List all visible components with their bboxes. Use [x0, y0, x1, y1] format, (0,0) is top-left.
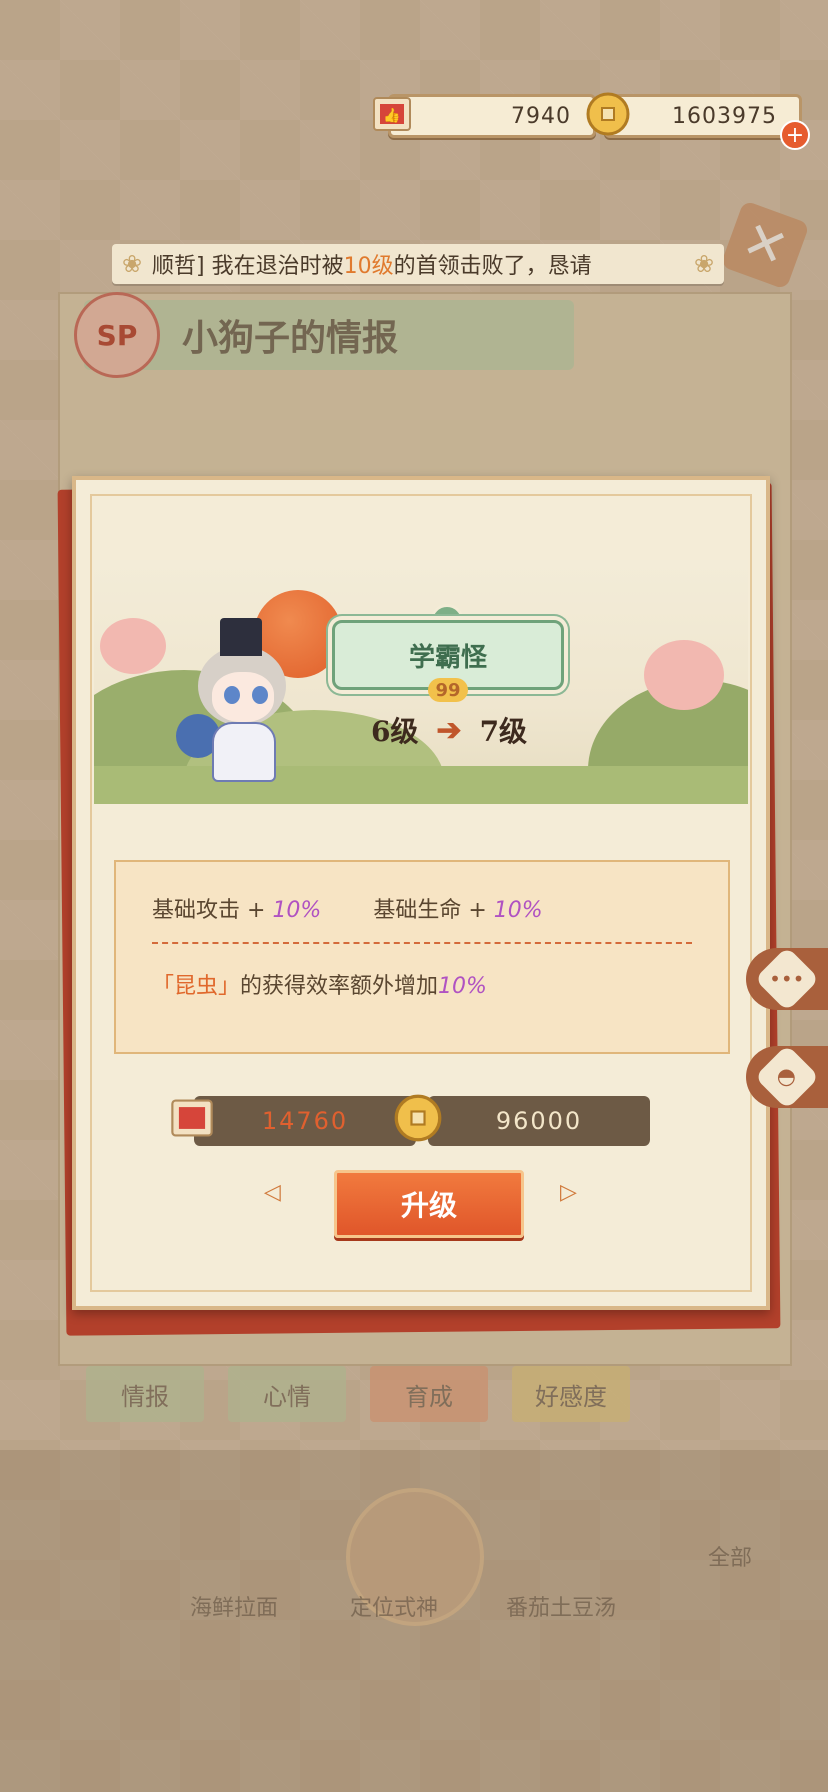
scene-illustration: 学霸怪 99 6级 ➔ 7级 [94, 560, 748, 804]
coins-currency: 1603975 + [586, 92, 810, 150]
decor-flag-icon: ▷ [560, 1180, 577, 1205]
stat-health: 基础生命 + 10% [373, 898, 543, 923]
level-change: 6级 ➔ 7级 [324, 708, 574, 752]
upgrade-modal: 学霸怪 99 6级 ➔ 7级 基础攻击 + 10% 基础生命 + 10% 「昆虫… [72, 476, 770, 1310]
cost-coins: 96000 [428, 1096, 650, 1146]
flower-icon: ❀ [121, 250, 143, 278]
cherry-tree [644, 640, 724, 710]
svg-text:👍: 👍 [383, 107, 400, 124]
level-to: 7级 [479, 715, 528, 748]
upgrade-button[interactable]: 升级 [334, 1170, 524, 1238]
ticker-suffix: 的首领击败了，恳请 [393, 254, 592, 279]
likes-value: 7940 [388, 94, 596, 138]
ticker-highlight: 10级 [343, 254, 394, 279]
coin-icon [390, 1090, 446, 1146]
chat-button[interactable]: ••• [746, 946, 828, 1012]
shikigami-character [176, 618, 302, 788]
divider [152, 942, 692, 944]
announcement-ticker: ❀ 顺哲] 我在退治时被 10级 的首领击败了，恳请 ❀ [112, 244, 724, 284]
cost-likes: 14760 [194, 1096, 416, 1146]
skill-title: 学霸怪 [408, 642, 487, 673]
bonus-value: 10% [438, 974, 487, 999]
add-coins-button[interactable]: + [780, 120, 810, 150]
thumbs-up-icon [164, 1090, 220, 1146]
bonus-category: 「昆虫」 [152, 974, 241, 999]
thumbs-up-icon: 👍 [366, 88, 418, 140]
likes-currency: 7940 👍 [373, 94, 596, 138]
stat-attack: 基础攻击 + 10% [152, 898, 322, 923]
decor-flag-icon: ◁ [264, 1180, 281, 1205]
chat-bubble-icon: ••• [754, 946, 820, 1012]
gift-button[interactable]: ◓ [746, 1044, 828, 1110]
coin-icon [582, 88, 634, 140]
bonus-text: 的获得效率额外增加 [240, 974, 439, 999]
arrow-right-icon: ➔ [436, 712, 462, 748]
flower-icon: ❀ [693, 250, 715, 278]
cherry-tree [100, 618, 166, 674]
stats-box: 基础攻击 + 10% 基础生命 + 10% 「昆虫」的获得效率额外增加10% [114, 860, 730, 1054]
plate-number: 99 [428, 678, 468, 702]
bonus-row: 「昆虫」的获得效率额外增加10% [152, 968, 487, 1000]
onigiri-icon: ◓ [754, 1044, 820, 1110]
ticker-prefix: 顺哲] 我在退治时被 [152, 254, 344, 279]
level-from: 6级 [370, 715, 419, 748]
stats-row: 基础攻击 + 10% 基础生命 + 10% [152, 892, 543, 924]
